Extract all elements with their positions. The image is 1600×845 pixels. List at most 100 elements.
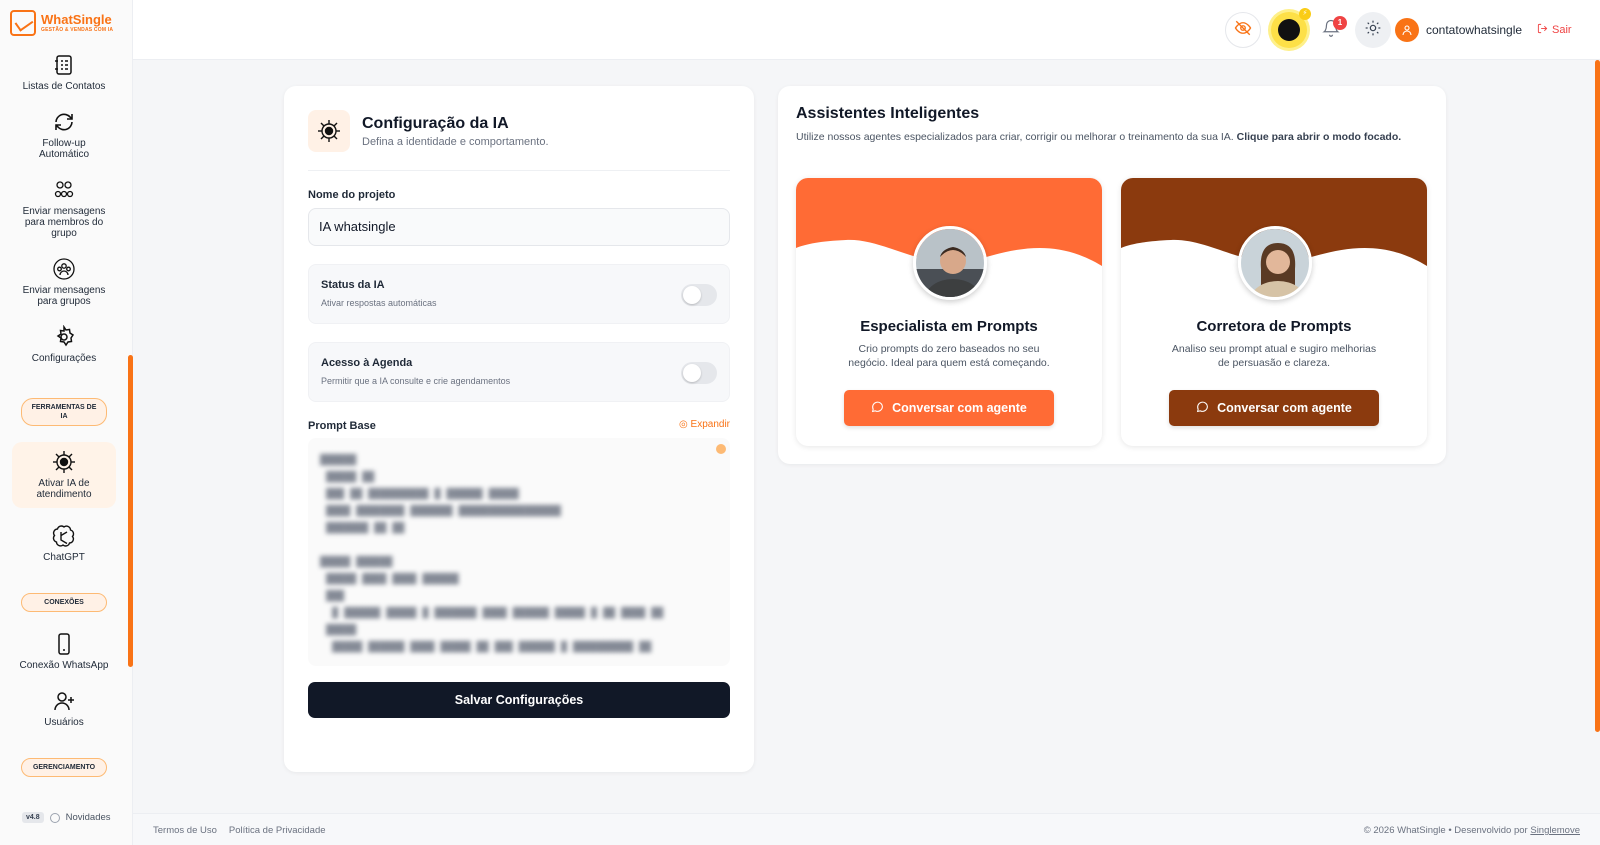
assistants-title: Assistentes Inteligentes [796, 105, 980, 122]
section-tools-label: FERRAMENTAS DE IA [21, 398, 107, 426]
page-title: Configuração da IA [362, 114, 509, 132]
privacy-link[interactable]: Política de Privacidade [229, 825, 326, 836]
sidebar-item-label: ChatGPT [43, 552, 85, 563]
prompt-base-label: Prompt Base [308, 420, 376, 432]
ai-chip-icon [52, 450, 76, 474]
sidebar-item-settings[interactable]: Configurações [0, 324, 128, 364]
sidebar-item-ai-attendance[interactable]: Ativar IA de atendimento [12, 442, 116, 508]
smart-assistants-card: Assistentes Inteligentes Utilize nossos … [778, 86, 1446, 464]
news-link[interactable]: Novidades [66, 812, 111, 823]
copyright-text: © 2026 WhatSingle • Desenvolvido por [1363, 825, 1528, 836]
assistants-desc-text: Utilize nossos agentes especializados pa… [796, 131, 1234, 143]
notifications-button[interactable]: 1 [1313, 12, 1349, 48]
brand-name: WhatSingle [41, 12, 112, 27]
logout-label: Sair [1552, 24, 1572, 36]
sidebar-footer: v4.8 Novidades [22, 812, 111, 823]
copyright: © 2026 WhatSingle • Desenvolvido por Sin… [1364, 825, 1580, 836]
prompt-scroll-indicator[interactable] [716, 444, 726, 454]
chat-with-agent-button[interactable]: Conversar com agente [1169, 390, 1379, 426]
sidebar-item-chatgpt[interactable]: ChatGPT [0, 524, 128, 563]
username: contatowhatsingle [1426, 23, 1523, 37]
contacts-book-icon [52, 53, 76, 77]
sidebar-item-label: Usuários [44, 717, 84, 728]
agent-name: Especialista em Prompts [860, 318, 1038, 335]
ai-status-button[interactable]: ⚡ [1271, 8, 1311, 48]
sidebar-item-followup[interactable]: Follow-up Automático [0, 110, 128, 160]
sidebar-item-label: Configurações [31, 353, 97, 364]
agenda-access-desc: Permitir que a IA consulte e crie agenda… [321, 376, 511, 386]
page-subtitle: Defina a identidade e comportamento. [362, 135, 549, 148]
notifications-badge: 1 [1333, 16, 1347, 30]
logout-button[interactable]: Sair [1537, 23, 1572, 37]
ai-status-toggle[interactable] [681, 284, 717, 306]
agent-description: Crio prompts do zero baseados no seu neg… [848, 343, 1050, 369]
sidebar-item-users[interactable]: Usuários [0, 689, 128, 728]
brand-tagline: GESTÃO & VENDAS COM IA [41, 27, 114, 33]
project-name-label: Nome do projeto [308, 189, 396, 201]
chat-with-agent-button[interactable]: Conversar com agente [844, 390, 1054, 426]
ai-status-title: Status da IA [321, 279, 385, 291]
user-menu[interactable]: contatowhatsingle [1395, 18, 1522, 42]
group-circle-icon [52, 257, 76, 281]
assistants-desc-bold[interactable]: Clique para abrir o modo focado. [1237, 131, 1402, 143]
agenda-access-toggle[interactable] [681, 362, 717, 384]
sidebar-item-group-members[interactable]: Enviar mensagens para membros do grupo [0, 178, 128, 239]
prompt-blurred-content: ▓▓▓▓▓▓ ▓▓▓▓▓ ▓▓ ▓▓▓ ▓▓ ▓▓▓▓▓▓▓▓▓▓ ▓ ▓▓▓▓… [320, 455, 664, 653]
assistants-description: Utilize nossos agentes especializados pa… [796, 130, 1428, 145]
sidebar-item-contact-lists[interactable]: Listas de Contatos [0, 53, 128, 92]
group-members-icon [52, 178, 76, 202]
ai-status-desc: Ativar respostas automáticas [321, 298, 437, 308]
chat-bubble-icon [1196, 400, 1209, 416]
project-name-input[interactable]: IA whatsingle [308, 208, 730, 246]
agent-description: Analiso seu prompt atual e sugiro melhor… [1171, 343, 1377, 369]
user-plus-icon [52, 689, 76, 713]
config-header: Configuração da IA Defina a identidade e… [308, 110, 549, 152]
page-footer: Termos de Uso Política de Privacidade © … [133, 813, 1600, 845]
ai-status-row: Status da IA Ativar respostas automática… [308, 264, 730, 324]
ai-brain-icon [1278, 19, 1300, 41]
sidebar-item-label: Conexão WhatsApp [19, 660, 109, 671]
sidebar-item-label: Enviar mensagens para membros do grupo [22, 206, 106, 239]
page-scrollbar[interactable] [1595, 60, 1600, 732]
agent-card-prompt-specialist[interactable]: Especialista em Prompts Crio prompts do … [796, 178, 1102, 446]
phone-icon [52, 632, 76, 656]
agenda-access-title: Acesso à Agenda [321, 357, 413, 369]
version-badge: v4.8 [22, 812, 44, 823]
agent-avatar [1238, 226, 1312, 300]
save-settings-button[interactable]: Salvar Configurações [308, 682, 730, 718]
hide-values-button[interactable] [1225, 12, 1261, 48]
agent-card-prompt-corrector[interactable]: Corretora de Prompts Analiso seu prompt … [1121, 178, 1427, 446]
divider [308, 170, 730, 171]
sidebar-item-whatsapp-connection[interactable]: Conexão WhatsApp [0, 632, 128, 671]
terms-link[interactable]: Termos de Uso [153, 825, 217, 836]
eye-off-icon [1234, 19, 1252, 42]
developer-link[interactable]: Singlemove [1530, 825, 1580, 836]
info-icon [49, 812, 60, 823]
chat-with-agent-label: Conversar com agente [1217, 401, 1352, 415]
gear-icon [52, 324, 76, 349]
sidebar-nav: Listas de Contatos Follow-up Automático … [0, 50, 128, 777]
logout-icon [1537, 23, 1548, 37]
sidebar-item-groups[interactable]: Enviar mensagens para grupos [0, 257, 128, 307]
topbar: ⚡ 1 contatowhatsingle Sair [133, 0, 1600, 60]
agenda-access-row: Acesso à Agenda Permitir que a IA consul… [308, 342, 730, 402]
refresh-icon [52, 110, 76, 134]
agent-avatar [913, 226, 987, 300]
ai-chip-icon [308, 110, 350, 152]
openai-icon [52, 524, 76, 548]
sun-icon [1365, 20, 1381, 41]
avatar [1395, 18, 1419, 42]
ai-config-card: Configuração da IA Defina a identidade e… [284, 86, 754, 772]
theme-toggle-button[interactable] [1355, 12, 1391, 48]
agent-name: Corretora de Prompts [1196, 318, 1352, 335]
chat-with-agent-label: Conversar com agente [892, 401, 1027, 415]
sidebar-item-label: Follow-up Automático [38, 138, 90, 160]
expand-button[interactable]: ◎ Expandir [679, 419, 730, 430]
sidebar-scrollbar[interactable] [128, 355, 133, 667]
section-management-label: GERENCIAMENTO [21, 758, 107, 777]
brand-logo[interactable]: WhatSingle GESTÃO & VENDAS COM IA [10, 10, 113, 36]
expand-label: Expandir [690, 419, 730, 430]
sidebar-item-label: Ativar IA de atendimento [36, 478, 92, 500]
prompt-base-textarea[interactable]: ▓▓▓▓▓▓ ▓▓▓▓▓ ▓▓ ▓▓▓ ▓▓ ▓▓▓▓▓▓▓▓▓▓ ▓ ▓▓▓▓… [308, 438, 730, 666]
sidebar-item-label: Enviar mensagens para grupos [22, 285, 106, 307]
